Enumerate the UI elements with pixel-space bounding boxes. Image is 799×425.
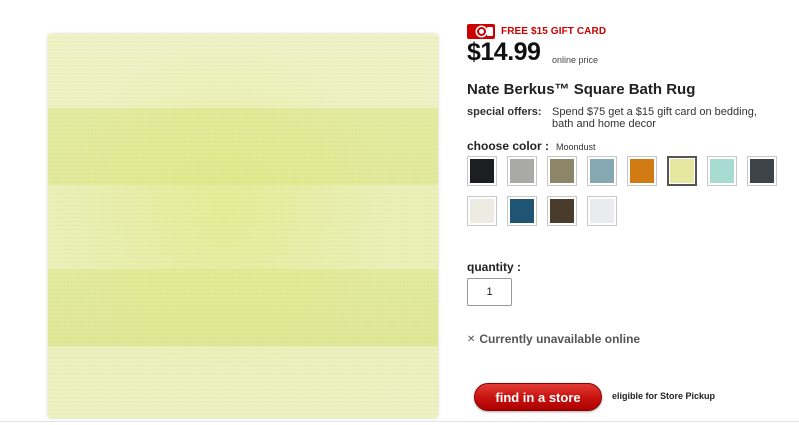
color-swatch[interactable]: [587, 196, 617, 226]
bath-rug-photo: [48, 34, 438, 418]
price: $14.99: [467, 38, 541, 66]
selected-color-name: Moondust: [556, 142, 596, 152]
availability-text: Currently unavailable online: [479, 332, 641, 346]
price-note: online price: [552, 55, 599, 65]
color-swatch[interactable]: [547, 196, 577, 226]
color-swatch[interactable]: [627, 156, 657, 186]
promo-badge: FREE $15 GIFT CARD: [467, 24, 606, 39]
color-swatch[interactable]: [507, 196, 537, 226]
close-icon: ✕: [467, 333, 476, 345]
quantity-input[interactable]: [467, 278, 512, 306]
quantity-label: quantity :: [467, 260, 521, 274]
divider: [0, 421, 799, 422]
choose-color-label: choose color :: [467, 139, 550, 153]
color-swatch[interactable]: [547, 156, 577, 186]
color-swatch[interactable]: [587, 156, 617, 186]
color-swatch[interactable]: [467, 196, 497, 226]
color-swatch[interactable]: [467, 156, 497, 186]
product-title: Nate Berkus™ Square Bath Rug: [467, 81, 696, 98]
color-swatch[interactable]: [507, 156, 537, 186]
special-offers-label: special offers:: [467, 106, 542, 118]
color-swatch-selected[interactable]: [667, 156, 697, 186]
product-image: [44, 28, 442, 422]
find-in-store-button[interactable]: find in a store: [474, 383, 602, 411]
availability-status: ✕ Currently unavailable online: [467, 332, 640, 346]
color-swatch[interactable]: [707, 156, 737, 186]
gift-card-icon: [467, 24, 495, 39]
promo-label: FREE $15 GIFT CARD: [501, 26, 607, 37]
special-offers-text: Spend $75 get a $15 gift card on bedding…: [552, 106, 757, 130]
store-pickup-text: eligible for Store Pickup: [612, 391, 716, 401]
color-swatch[interactable]: [747, 156, 777, 186]
